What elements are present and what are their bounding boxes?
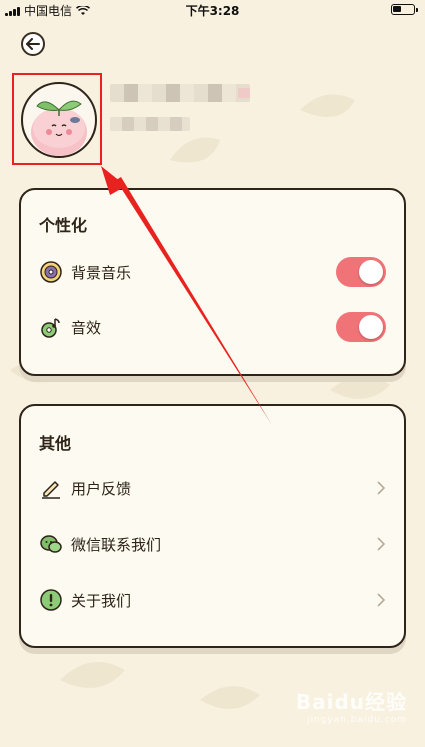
pencil-icon bbox=[39, 476, 63, 500]
peach-sprout-avatar-icon bbox=[31, 100, 87, 156]
menu-item-about[interactable]: 关于我们 bbox=[39, 582, 386, 618]
personalize-card: 个性化 背景音乐 音效 bbox=[19, 188, 406, 376]
menu-item-wechat[interactable]: 微信联系我们 bbox=[39, 526, 386, 562]
setting-label-sfx: 音效 bbox=[71, 318, 102, 337]
setting-row-bgm: 背景音乐 bbox=[39, 254, 386, 290]
avatar[interactable] bbox=[21, 82, 97, 158]
user-id-blurred bbox=[110, 117, 190, 131]
watermark-text: Baidu经验 bbox=[295, 690, 407, 714]
other-card: 其他 用户反馈 微信联系我们 关于我们 bbox=[19, 404, 406, 648]
toggle-sfx[interactable] bbox=[336, 312, 386, 342]
personalize-title: 个性化 bbox=[39, 216, 88, 235]
info-icon bbox=[39, 588, 63, 612]
avatar-highlight-box bbox=[12, 73, 102, 165]
menu-label-wechat: 微信联系我们 bbox=[71, 535, 162, 554]
toggle-bgm[interactable] bbox=[336, 257, 386, 287]
arrow-left-icon bbox=[26, 38, 40, 50]
vinyl-record-icon bbox=[39, 260, 63, 284]
username-blurred bbox=[110, 84, 250, 102]
chevron-right-icon bbox=[377, 537, 386, 551]
menu-item-feedback[interactable]: 用户反馈 bbox=[39, 470, 386, 506]
status-bar: 中国电信 下午3:28 bbox=[0, 0, 425, 20]
chevron-right-icon bbox=[377, 593, 386, 607]
battery-icon bbox=[391, 4, 418, 15]
other-title: 其他 bbox=[39, 434, 72, 453]
watermark-sub: jingyan.baidu.com bbox=[306, 715, 407, 725]
chevron-right-icon bbox=[377, 481, 386, 495]
setting-label-bgm: 背景音乐 bbox=[71, 263, 132, 282]
watermark: Baidu经验 jingyan.baidu.com bbox=[296, 686, 407, 725]
setting-row-sfx: 音效 bbox=[39, 309, 386, 345]
wechat-icon bbox=[39, 532, 63, 556]
menu-label-about: 关于我们 bbox=[71, 591, 132, 610]
music-note-icon bbox=[39, 315, 63, 339]
menu-label-feedback: 用户反馈 bbox=[71, 479, 132, 498]
back-button[interactable] bbox=[21, 32, 45, 56]
status-time: 下午3:28 bbox=[185, 4, 240, 18]
